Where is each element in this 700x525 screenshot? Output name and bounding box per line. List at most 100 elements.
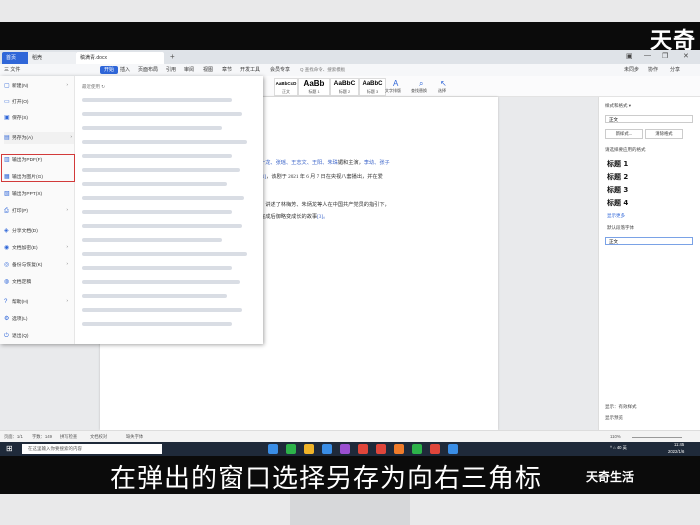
recent-file-blurred[interactable] [82, 154, 232, 158]
recent-file-blurred[interactable] [82, 182, 227, 186]
recent-file-blurred[interactable] [82, 112, 242, 116]
menu-section[interactable]: 章节 [222, 64, 232, 76]
doc-proofread[interactable]: 文档校对 [90, 431, 107, 442]
menu-page-layout[interactable]: 页面布局 [138, 64, 158, 76]
system-tray[interactable]: ^ ⌂ 40 英 [610, 445, 627, 451]
recent-file-blurred[interactable] [82, 140, 247, 144]
taskbar-search[interactable]: 在这里输入你要搜索的内容 [22, 444, 162, 454]
file-menu-list: ▢ 新建(N) › ▭ 打开(O) ▣ 保存(S) ▤ 另存为(A) › ▥ 输出为PDF(F… [0, 76, 75, 344]
recent-file-blurred[interactable] [82, 126, 222, 130]
menu-backup[interactable]: ◎ 备份与恢复(K) › [4, 259, 70, 271]
missing-font[interactable]: 缺失字体 [126, 431, 143, 442]
doc-line-2: [1]，该剧于 2021 年 6 月 7 日在央视八套播出，并在爱 [260, 173, 383, 180]
recent-file-blurred[interactable] [82, 98, 232, 102]
tab-home[interactable]: 首页 [2, 52, 30, 64]
clear-format-button[interactable]: 清除格式 [645, 129, 683, 139]
recent-file-blurred[interactable] [82, 252, 247, 256]
zoom-slider[interactable] [632, 437, 682, 438]
menu-start[interactable]: 开始 [100, 66, 119, 74]
style-heading3[interactable]: AaBbC 标题 3 [359, 78, 386, 96]
recent-file-blurred[interactable] [82, 322, 232, 326]
style-heading1[interactable]: AaBb 标题 1 [298, 78, 330, 96]
menu-view[interactable]: 视图 [203, 64, 213, 76]
app-icon[interactable] [430, 444, 440, 454]
recent-file-blurred[interactable] [82, 308, 242, 312]
current-style-select[interactable]: 正文 [605, 115, 693, 123]
menu-finalize[interactable]: ◍ 文档定稿 [4, 276, 70, 288]
menu-developer[interactable]: 开发工具 [240, 64, 260, 76]
maximize-button[interactable]: ❐ [662, 52, 668, 60]
show-filter[interactable]: 显示：有效样式 [605, 404, 637, 410]
menu-print[interactable]: ⎙ 打印(P) › [4, 205, 70, 217]
style-heading2[interactable]: AaBbC 标题 2 [330, 78, 359, 96]
app-icon[interactable] [448, 444, 458, 454]
menu-exit[interactable]: ⏻ 退出(Q) [4, 330, 70, 342]
app-icon[interactable] [268, 444, 278, 454]
folder-icon[interactable] [304, 444, 314, 454]
clock-time[interactable]: 11:45 [674, 442, 684, 447]
doc-link[interactable]: 一龙、张瑶、王志文、王阳、朱珠 [260, 160, 338, 166]
text-layout-icon[interactable]: A [393, 79, 398, 88]
spell-check[interactable]: 拼写检查 [60, 431, 77, 442]
sync-status[interactable]: 未同步 [624, 64, 639, 76]
doc-link[interactable]: 李幼、张子 [364, 160, 390, 166]
body-style-item[interactable]: 正文 [605, 237, 693, 245]
recent-file-blurred[interactable] [82, 224, 242, 228]
file-menu-button[interactable]: 三 文件 [4, 64, 20, 76]
zoom-level[interactable]: 110% [610, 431, 621, 442]
clock-date[interactable]: 2022/1/6 [668, 449, 684, 454]
menu-open[interactable]: ▭ 打开(O) [4, 96, 70, 108]
menu-export-ppt[interactable]: ▧ 输出为PPT(X) [4, 188, 70, 200]
show-preview-checkbox[interactable]: 显示预览 [605, 415, 623, 421]
menu-save[interactable]: ▣ 保存(S) [4, 112, 70, 124]
style-heading-1[interactable]: 标题 1 [607, 159, 628, 169]
recent-file-blurred[interactable] [82, 196, 244, 200]
select-icon[interactable]: ↖ [440, 79, 447, 88]
wechat-icon[interactable] [412, 444, 422, 454]
minimize-button[interactable]: — [644, 52, 651, 59]
new-tab-button[interactable]: + [170, 52, 175, 61]
app-icon[interactable] [394, 444, 404, 454]
recent-file-blurred[interactable] [82, 210, 232, 214]
style-heading-2[interactable]: 标题 2 [607, 172, 628, 182]
menu-review[interactable]: 审阅 [184, 64, 194, 76]
menu-help[interactable]: ? 帮助(H) › [4, 296, 70, 308]
collaborate-button[interactable]: 协作 [648, 64, 658, 76]
show-more-link[interactable]: 显示更多 [607, 213, 625, 219]
share-button[interactable]: 分享 [670, 64, 680, 76]
menu-new[interactable]: ▢ 新建(N) › [4, 80, 70, 92]
recent-file-blurred[interactable] [82, 168, 240, 172]
app-icon[interactable] [322, 444, 332, 454]
chevron-right-icon[interactable]: › [70, 132, 72, 144]
menu-member[interactable]: 会员专享 [270, 64, 290, 76]
style-name: 正文 [282, 89, 290, 94]
windows-start-icon[interactable]: ⊞ [6, 444, 13, 453]
recent-file-blurred[interactable] [82, 266, 232, 270]
save-as-icon: ▤ [4, 135, 10, 141]
menu-share[interactable]: ◈ 分享文档(D) [4, 225, 70, 237]
app-icon[interactable] [340, 444, 350, 454]
command-search[interactable]: Q 查找命令、搜索模板 [300, 66, 395, 74]
menu-encrypt[interactable]: ◉ 文档加密(E) › [4, 242, 70, 254]
recent-file-blurred[interactable] [82, 238, 222, 242]
recent-file-blurred[interactable] [82, 280, 240, 284]
tab-document[interactable]: 稿满青.docx [76, 52, 164, 64]
word-count[interactable]: 字数：149 [32, 431, 52, 442]
wps-icon[interactable] [376, 444, 386, 454]
recent-file-blurred[interactable] [82, 294, 227, 298]
app-icon[interactable] [286, 444, 296, 454]
menu-options[interactable]: ⚙ 选项(L) [4, 313, 70, 325]
style-normal[interactable]: AaBbCcD 正文 [274, 78, 298, 96]
new-style-button[interactable]: 新样式... [605, 129, 643, 139]
style-heading-4[interactable]: 标题 4 [607, 198, 628, 208]
menu-insert[interactable]: 插入 [120, 64, 130, 76]
style-heading-3[interactable]: 标题 3 [607, 185, 628, 195]
app-icon[interactable] [358, 444, 368, 454]
layout-icon[interactable]: ▣ [626, 52, 633, 60]
menu-save-as[interactable]: ▤ 另存为(A) › [4, 132, 74, 144]
menu-reference[interactable]: 引用 [166, 64, 176, 76]
doc-link[interactable]: [3]。 [317, 214, 328, 220]
tab-docer[interactable]: 稻壳 [28, 52, 76, 64]
close-button[interactable]: ✕ [683, 52, 689, 60]
default-font-label[interactable]: 默认段落字体 [607, 225, 634, 231]
